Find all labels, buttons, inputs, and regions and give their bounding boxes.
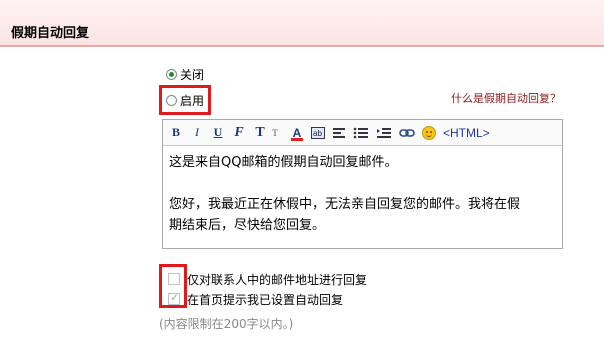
underline-button[interactable]: U <box>211 124 225 142</box>
bullet-list-icon[interactable] <box>353 124 369 142</box>
background-color-icon[interactable]: ab <box>311 124 325 142</box>
contacts-only-row[interactable]: 仅对联系人中的邮件地址进行回复 <box>168 270 367 288</box>
indent-icon[interactable] <box>376 124 392 142</box>
font-size-small-glyph: T <box>272 127 278 138</box>
editor-content[interactable]: 这是来自QQ邮箱的假期自动回复邮件。 您好，我最近正在休假中，无法亲自回复您的邮… <box>163 146 562 236</box>
font-family-button[interactable]: F <box>232 124 246 142</box>
homepage-notice-row[interactable]: 在首页提示我已设置自动回复 <box>168 290 343 308</box>
italic-button[interactable]: I <box>190 124 204 142</box>
link-icon[interactable] <box>399 124 415 142</box>
emoticon-icon[interactable] <box>422 124 436 142</box>
highlight-box-checkboxes <box>159 264 187 308</box>
radio-off[interactable] <box>166 68 177 80</box>
html-mode-button[interactable]: <HTML> <box>443 124 490 142</box>
font-color-button[interactable]: A <box>290 124 304 142</box>
radio-off-label[interactable]: 关闭 <box>180 66 204 83</box>
editor-toolbar: B I U F T T A ab <HTML> <box>163 120 562 146</box>
editor-line: 期结束后，尽快给您回复。 <box>169 218 326 233</box>
help-link[interactable]: 什么是假期自动回复？ <box>451 90 561 106</box>
font-size-button[interactable]: T <box>253 124 267 142</box>
highlight-box-enable <box>159 85 211 115</box>
editor-line: 这是来自QQ邮箱的假期自动回复邮件。 <box>169 155 398 170</box>
rich-text-editor[interactable]: B I U F T T A ab <HTML> 这是来自QQ邮箱的假期自动回复邮… <box>162 119 563 249</box>
align-icon[interactable] <box>332 124 346 142</box>
bold-button[interactable]: B <box>169 124 183 142</box>
editor-line: 您好，我最近正在休假中，无法亲自回复您的邮件。我将在假 <box>169 197 521 212</box>
section-header: 假期自动回复 <box>0 0 604 47</box>
svg-text:ab: ab <box>313 129 322 138</box>
homepage-notice-label[interactable]: 在首页提示我已设置自动回复 <box>187 291 343 308</box>
section-title: 假期自动回复 <box>11 26 90 41</box>
length-limit-note: (内容限制在200字以内。) <box>159 317 294 331</box>
contacts-only-label[interactable]: 仅对联系人中的邮件地址进行回复 <box>187 271 367 288</box>
radio-off-row[interactable]: 关闭 <box>166 65 204 83</box>
